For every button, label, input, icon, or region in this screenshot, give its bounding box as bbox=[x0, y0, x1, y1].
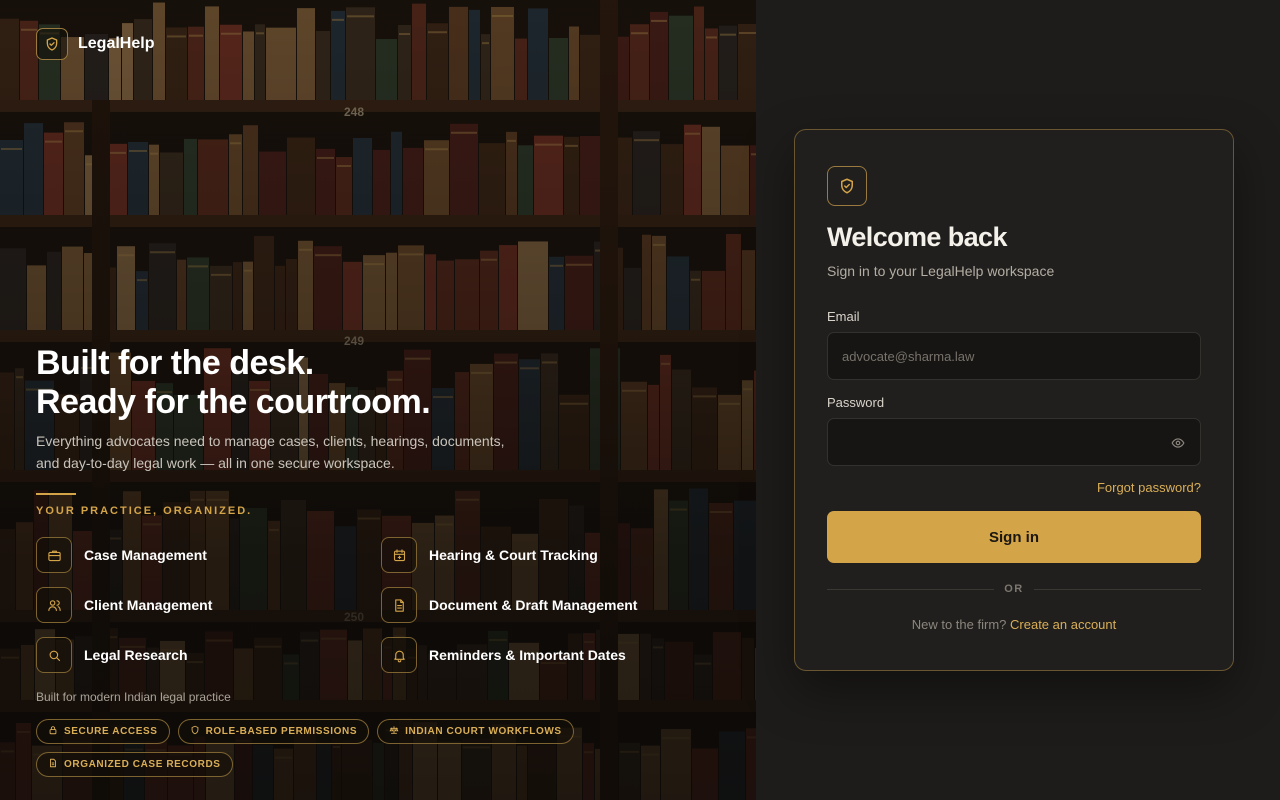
card-subtitle: Sign in to your LegalHelp workspace bbox=[827, 263, 1055, 279]
badge-secure-access: SECURE ACCESS bbox=[36, 719, 170, 744]
intro-line-1: Everything advocates need to manage case… bbox=[36, 433, 505, 449]
trust-badges: SECURE ACCESS ROLE-BASED PERMISSIONS IND… bbox=[36, 719, 596, 777]
document-icon bbox=[48, 758, 58, 771]
password-field-wrapper bbox=[827, 418, 1201, 466]
sign-in-button[interactable]: Sign in bbox=[827, 511, 1201, 563]
or-divider: OR bbox=[827, 583, 1201, 595]
password-field[interactable] bbox=[828, 419, 1200, 465]
feature-client-management: Client Management bbox=[36, 587, 381, 623]
create-account-link[interactable]: Create an account bbox=[1010, 617, 1116, 632]
eye-icon[interactable] bbox=[1170, 435, 1186, 451]
email-field-wrapper bbox=[827, 332, 1201, 380]
intro-line-2: and day-to-day legal work — all in one s… bbox=[36, 455, 395, 471]
calendar-icon bbox=[381, 537, 417, 573]
feature-document-management: Document & Draft Management bbox=[381, 587, 656, 623]
signup-prompt: New to the firm? bbox=[911, 617, 1007, 632]
lock-icon bbox=[48, 725, 58, 738]
feature-label: Reminders & Important Dates bbox=[429, 647, 626, 663]
feature-legal-research: Legal Research bbox=[36, 637, 381, 673]
document-icon bbox=[381, 587, 417, 623]
feature-list: Case Management Hearing & Court Tracking… bbox=[36, 537, 656, 673]
badge-case-records: ORGANIZED CASE RECORDS bbox=[36, 752, 233, 777]
email-field[interactable] bbox=[828, 333, 1200, 379]
search-icon bbox=[36, 637, 72, 673]
practice-note: Built for modern Indian legal practice bbox=[36, 690, 231, 704]
hero-content: LegalHelp Built for the desk. Ready for … bbox=[0, 0, 756, 800]
section-eyebrow: YOUR PRACTICE, ORGANIZED. bbox=[36, 505, 253, 517]
hero-intro: Everything advocates need to manage case… bbox=[36, 430, 516, 474]
forgot-password-link[interactable]: Forgot password? bbox=[827, 480, 1201, 495]
brand-name: LegalHelp bbox=[78, 35, 155, 52]
badge-role-permissions: ROLE-BASED PERMISSIONS bbox=[177, 719, 370, 744]
badge-label: ORGANIZED CASE RECORDS bbox=[64, 759, 221, 770]
card-title: Welcome back bbox=[827, 222, 1007, 252]
feature-label: Client Management bbox=[84, 597, 213, 613]
hero-panel: 248249250 LegalHelp Built for the desk. … bbox=[0, 0, 756, 800]
hero-headline: Built for the desk. Ready for the courtr… bbox=[36, 344, 431, 422]
divider-label: OR bbox=[1004, 583, 1024, 595]
feature-hearing-tracking: Hearing & Court Tracking bbox=[381, 537, 656, 573]
briefcase-icon bbox=[36, 537, 72, 573]
badge-label: SECURE ACCESS bbox=[64, 726, 158, 737]
feature-label: Case Management bbox=[84, 547, 207, 563]
shield-icon bbox=[827, 166, 867, 206]
brand[interactable]: LegalHelp bbox=[36, 28, 154, 60]
badge-label: INDIAN COURT WORKFLOWS bbox=[405, 726, 562, 737]
feature-reminders: Reminders & Important Dates bbox=[381, 637, 656, 673]
signup-row: New to the firm? Create an account bbox=[827, 617, 1201, 632]
bell-icon bbox=[381, 637, 417, 673]
headline-line-2: Ready for the courtroom. bbox=[36, 383, 431, 421]
badge-label: ROLE-BASED PERMISSIONS bbox=[205, 726, 358, 737]
email-label: Email bbox=[827, 309, 860, 324]
feature-label: Hearing & Court Tracking bbox=[429, 547, 598, 563]
accent-rule bbox=[36, 493, 76, 495]
shield-icon bbox=[36, 28, 68, 60]
divider-line bbox=[1033, 588, 1201, 590]
divider-line bbox=[827, 588, 995, 590]
shield-icon bbox=[190, 725, 200, 738]
sign-in-card: Welcome back Sign in to your LegalHelp w… bbox=[794, 129, 1234, 671]
password-label: Password bbox=[827, 395, 885, 410]
login-page: 248249250 LegalHelp Built for the desk. … bbox=[0, 0, 1280, 800]
scales-icon bbox=[389, 725, 399, 738]
users-icon bbox=[36, 587, 72, 623]
badge-court-workflows: INDIAN COURT WORKFLOWS bbox=[377, 719, 574, 744]
auth-panel: Welcome back Sign in to your LegalHelp w… bbox=[756, 0, 1280, 800]
feature-case-management: Case Management bbox=[36, 537, 381, 573]
feature-label: Document & Draft Management bbox=[429, 597, 638, 613]
feature-label: Legal Research bbox=[84, 647, 188, 663]
headline-line-1: Built for the desk. bbox=[36, 344, 314, 382]
